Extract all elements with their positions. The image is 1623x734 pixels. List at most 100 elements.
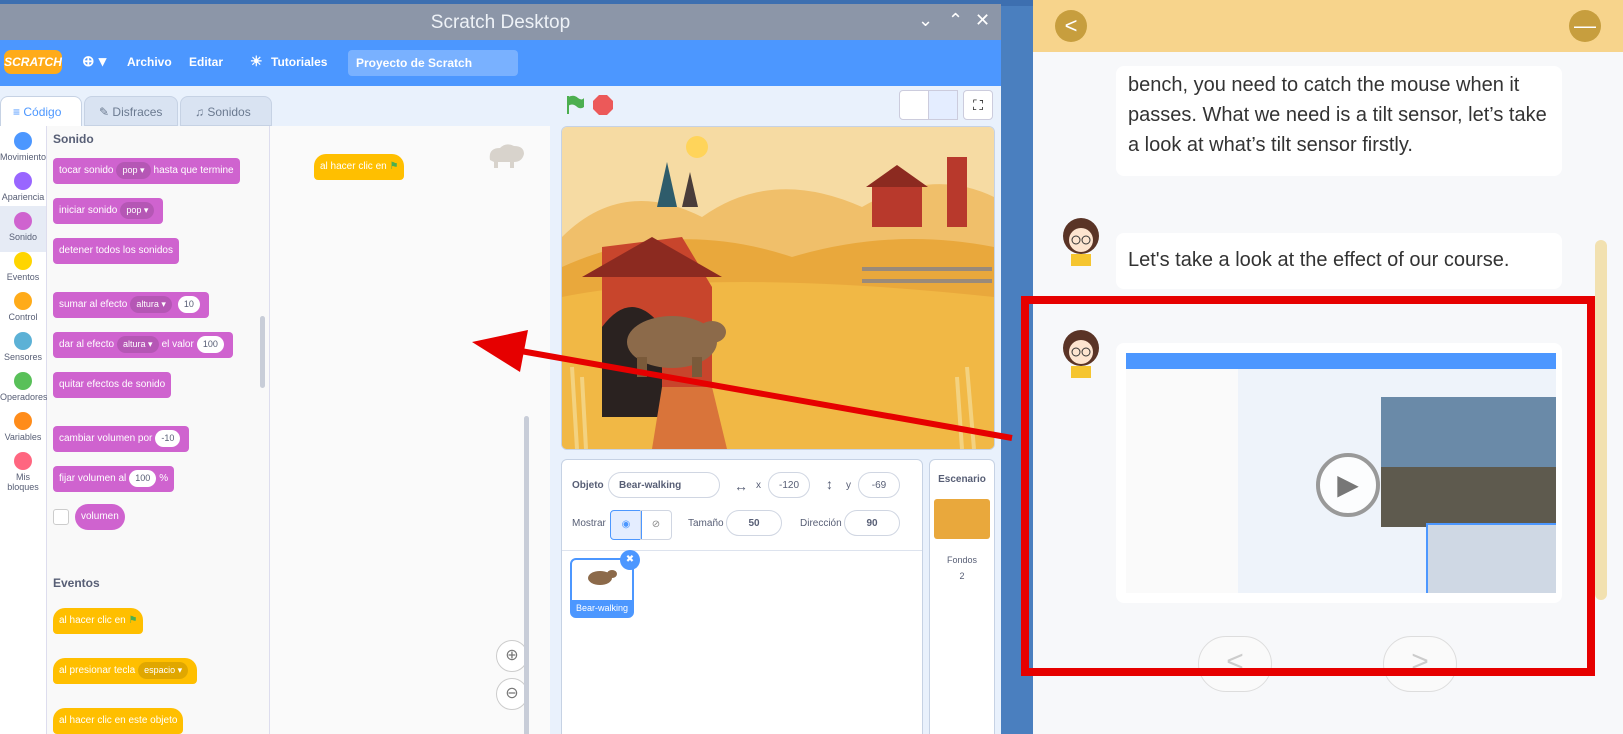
block-text: el valor bbox=[161, 339, 194, 350]
code-icon: ≡ bbox=[13, 105, 21, 119]
palette-section-title: Eventos bbox=[53, 576, 100, 590]
script-workspace[interactable]: al hacer clic en ⚑ ⊕ ⊖ bbox=[270, 126, 550, 734]
value-input[interactable]: 10 bbox=[177, 296, 200, 313]
sprite-thumbnail[interactable]: Bear-walking ✖ bbox=[570, 550, 640, 618]
objeto-label: Objeto bbox=[572, 480, 604, 491]
category-label: Sonido bbox=[8, 232, 38, 242]
effect-dropdown[interactable]: altura ▾ bbox=[117, 336, 159, 353]
tab-sonidos[interactable]: ♫ Sonidos bbox=[180, 96, 272, 126]
palette-scrollbar[interactable] bbox=[260, 316, 265, 388]
sprite-ghost-icon bbox=[489, 144, 524, 168]
scratch-logo[interactable]: SCRATCH bbox=[4, 50, 62, 74]
workspace-block-when-flag[interactable]: al hacer clic en ⚑ bbox=[314, 154, 405, 180]
block-palette: Sonido tocar sonido pop ▾ hasta que termin… bbox=[47, 126, 270, 734]
menu-editar[interactable]: Editar bbox=[189, 55, 223, 69]
chevron-down-icon[interactable]: ⌄ bbox=[918, 10, 933, 31]
title-bar: Scratch Desktop ⌄ ⌃ ✕ bbox=[0, 4, 1001, 40]
y-label: y bbox=[846, 480, 851, 491]
large-stage-icon[interactable] bbox=[928, 90, 958, 120]
block-text: al hacer clic en bbox=[59, 615, 126, 626]
green-flag-icon: ⚑ bbox=[128, 615, 138, 626]
block-al-hacer-clic-bandera[interactable]: al hacer clic en ⚑ bbox=[53, 608, 144, 634]
backdrop-thumbnail[interactable] bbox=[934, 499, 990, 539]
small-stage-icon[interactable] bbox=[899, 90, 929, 120]
speaker-icon: ♫ bbox=[195, 105, 204, 119]
divider bbox=[562, 550, 922, 551]
sound-dropdown[interactable]: pop ▾ bbox=[120, 202, 155, 219]
back-button[interactable]: < bbox=[1055, 10, 1087, 42]
category-dot bbox=[14, 252, 32, 270]
block-text: al presionar tecla bbox=[59, 665, 136, 676]
menu-archivo[interactable]: Archivo bbox=[127, 55, 172, 69]
palette-section-title: Sonido bbox=[53, 132, 94, 146]
value-input[interactable]: 100 bbox=[129, 470, 157, 487]
fullscreen-icon[interactable]: ⛶ bbox=[963, 90, 993, 120]
workspace-scrollbar[interactable] bbox=[524, 416, 529, 734]
category-dot bbox=[14, 412, 32, 430]
close-icon[interactable]: ✕ bbox=[975, 10, 990, 31]
chat-message: bench, you need to catch the mouse when … bbox=[1116, 66, 1562, 176]
category-movimiento[interactable]: Movimiento bbox=[0, 132, 46, 162]
block-fijar-volumen[interactable]: fijar volumen al 100% bbox=[53, 466, 175, 492]
sound-dropdown[interactable]: pop ▾ bbox=[116, 162, 151, 179]
show-eye-icon[interactable]: ◉ bbox=[610, 510, 642, 540]
category-dot bbox=[14, 332, 32, 350]
category-variables[interactable]: Variables bbox=[0, 412, 46, 442]
tab-codigo[interactable]: ≡ Código bbox=[0, 96, 82, 126]
category-control[interactable]: Control bbox=[0, 292, 46, 322]
category-operadores[interactable]: Operadores bbox=[0, 372, 48, 402]
category-label: Eventos bbox=[6, 272, 40, 282]
key-dropdown[interactable]: espacio ▾ bbox=[138, 662, 189, 679]
project-title-input[interactable]: Proyecto de Scratch bbox=[348, 50, 518, 76]
course-scrollbar[interactable] bbox=[1595, 240, 1607, 600]
y-input[interactable]: -69 bbox=[858, 472, 900, 498]
value-input[interactable]: -10 bbox=[155, 430, 181, 447]
minimize-button[interactable]: — bbox=[1569, 10, 1601, 42]
category-dot bbox=[14, 212, 32, 230]
block-volumen-reporter[interactable]: volumen bbox=[75, 504, 125, 530]
block-al-hacer-clic-objeto[interactable]: al hacer clic en este objeto bbox=[53, 708, 184, 734]
category-sensores[interactable]: Sensores bbox=[0, 332, 46, 362]
tab-label: Sonidos bbox=[207, 105, 251, 119]
backdrop-panel: Escenario Fondos 2 bbox=[929, 459, 995, 734]
block-cambiar-volumen[interactable]: cambiar volumen por -10 bbox=[53, 426, 190, 452]
trash-icon[interactable]: ✖ bbox=[620, 550, 640, 570]
block-text: hasta que termine bbox=[153, 165, 234, 176]
volumen-checkbox[interactable] bbox=[53, 509, 69, 525]
block-al-presionar-tecla[interactable]: al presionar tecla espacio ▾ bbox=[53, 658, 198, 684]
sprite-name-input[interactable]: Bear-walking bbox=[608, 472, 720, 498]
category-mis-bloques[interactable]: Mis bloques bbox=[0, 452, 46, 492]
stage-canvas[interactable] bbox=[561, 126, 995, 450]
editor-tabs: ≡ Código ✎ Disfraces ♫ Sonidos bbox=[0, 86, 540, 126]
tab-disfraces[interactable]: ✎ Disfraces bbox=[84, 96, 178, 126]
category-dot bbox=[14, 172, 32, 190]
category-apariencia[interactable]: Apariencia bbox=[0, 172, 46, 202]
x-label: x bbox=[756, 480, 761, 491]
tab-label: Código bbox=[23, 105, 62, 119]
hide-eye-icon[interactable]: ⊘ bbox=[640, 510, 672, 540]
block-dar-efecto[interactable]: dar al efecto altura ▾ el valor 100 bbox=[53, 332, 233, 358]
green-flag-icon[interactable] bbox=[564, 94, 586, 116]
block-sumar-efecto[interactable]: sumar al efecto altura ▾ 10 bbox=[53, 292, 209, 318]
menu-tutoriales[interactable]: Tutoriales bbox=[271, 55, 327, 69]
horizontal-arrows-icon: ↔ bbox=[734, 478, 748, 494]
direction-input[interactable]: 90 bbox=[844, 510, 900, 536]
block-tocar-sonido[interactable]: tocar sonido pop ▾ hasta que termine bbox=[53, 158, 240, 184]
stop-icon[interactable] bbox=[592, 94, 614, 116]
sprite-thumb-label: Bear-walking bbox=[572, 600, 632, 616]
scratch-window: Scratch Desktop ⌄ ⌃ ✕ SCRATCH ⊕ ▾ Archiv… bbox=[0, 4, 1001, 734]
category-eventos[interactable]: Eventos bbox=[0, 252, 46, 282]
tab-label: Disfraces bbox=[112, 105, 163, 119]
globe-icon[interactable]: ⊕ ▾ bbox=[82, 52, 106, 70]
block-quitar-efectos[interactable]: quitar efectos de sonido bbox=[53, 372, 172, 398]
chevron-up-icon[interactable]: ⌃ bbox=[948, 10, 963, 31]
value-input[interactable]: 100 bbox=[196, 336, 224, 353]
teacher-avatar-icon bbox=[1063, 218, 1099, 266]
escenario-title: Escenario bbox=[938, 474, 986, 485]
category-sonido[interactable]: Sonido bbox=[0, 206, 46, 252]
block-detener-sonidos[interactable]: detener todos los sonidos bbox=[53, 238, 179, 264]
size-input[interactable]: 50 bbox=[726, 510, 782, 536]
x-input[interactable]: -120 bbox=[768, 472, 810, 498]
block-iniciar-sonido[interactable]: iniciar sonido pop ▾ bbox=[53, 198, 164, 224]
effect-dropdown[interactable]: altura ▾ bbox=[130, 296, 172, 313]
